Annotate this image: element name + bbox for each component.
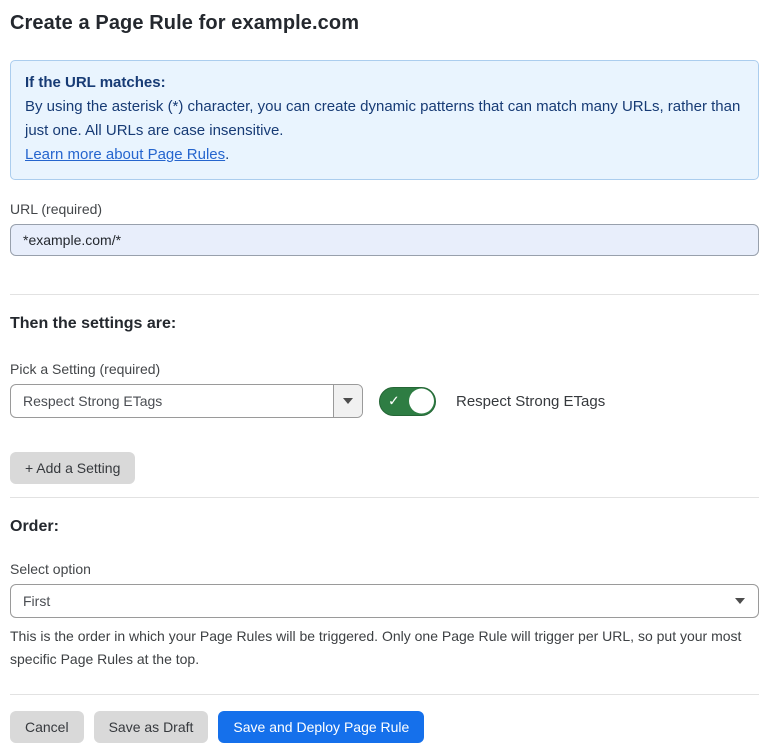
save-as-draft-button[interactable]: Save as Draft: [94, 711, 209, 743]
info-box-heading: If the URL matches:: [25, 71, 744, 95]
settings-section-heading: Then the settings are:: [10, 315, 759, 333]
order-select-caret: [722, 585, 758, 617]
link-suffix: .: [225, 146, 229, 163]
respect-strong-etags-toggle[interactable]: ✓: [379, 387, 436, 416]
check-icon: ✓: [388, 393, 400, 407]
setting-row: Respect Strong ETags ✓ Respect Strong ET…: [10, 384, 759, 418]
order-select[interactable]: First: [10, 584, 759, 618]
info-box-link-line: Learn more about Page Rules.: [25, 143, 744, 167]
pick-setting-label: Pick a Setting (required): [10, 361, 759, 377]
section-divider: [10, 294, 759, 295]
save-and-deploy-button[interactable]: Save and Deploy Page Rule: [218, 711, 424, 743]
chevron-down-icon: [735, 598, 745, 604]
chevron-down-icon: [343, 398, 353, 404]
footer-divider: [10, 694, 759, 695]
page-title: Create a Page Rule for example.com: [10, 12, 759, 35]
order-help-text: This is the order in which your Page Rul…: [10, 625, 750, 671]
learn-more-link[interactable]: Learn more about Page Rules: [25, 146, 225, 163]
section-divider: [10, 497, 759, 498]
order-select-value: First: [11, 585, 722, 617]
add-setting-button[interactable]: + Add a Setting: [10, 452, 135, 484]
setting-select-value: Respect Strong ETags: [11, 385, 333, 417]
toggle-label: Respect Strong ETags: [456, 393, 605, 410]
footer-actions: Cancel Save as Draft Save and Deploy Pag…: [10, 711, 759, 743]
order-select-label: Select option: [10, 561, 759, 577]
info-box-body: By using the asterisk (*) character, you…: [25, 95, 744, 143]
setting-select[interactable]: Respect Strong ETags: [10, 384, 363, 418]
url-match-info-box: If the URL matches: By using the asteris…: [10, 60, 759, 180]
url-field-label: URL (required): [10, 201, 759, 217]
create-page-rule-form: Create a Page Rule for example.com If th…: [0, 0, 769, 743]
cancel-button[interactable]: Cancel: [10, 711, 84, 743]
toggle-knob: [409, 389, 434, 414]
setting-select-caret-button[interactable]: [333, 385, 362, 417]
order-section-heading: Order:: [10, 518, 759, 536]
url-input[interactable]: [10, 224, 759, 256]
